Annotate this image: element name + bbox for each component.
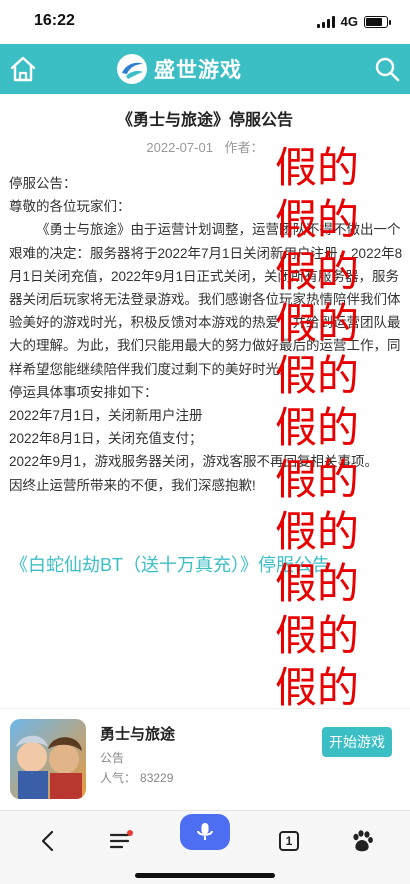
status-bar: 16:22 4G: [0, 0, 410, 44]
back-icon[interactable]: [28, 821, 68, 861]
game-icon[interactable]: [10, 719, 86, 799]
article-title: 《勇士与旅途》停服公告: [116, 112, 293, 129]
microphone-icon: [197, 823, 213, 840]
article-body: 停服公告： 尊敬的各位玩家们： 《勇士与旅途》由于运营计划调整，运营团队不得不做…: [9, 172, 403, 497]
logo-text: 盛世游戏: [154, 59, 242, 82]
battery-icon: [364, 15, 391, 28]
schedule-item: 2022年9月1，游戏服务器关闭，游戏客服不再回复相关事项。: [9, 454, 379, 470]
article-author-label: 作者：: [224, 140, 264, 155]
tabs-count: 1: [279, 831, 299, 851]
network-type: 4G: [340, 14, 358, 29]
watermark-text: 假的: [275, 611, 360, 660]
article-date: 2022-07-01: [146, 140, 213, 155]
site-logo[interactable]: 盛世游戏: [116, 53, 242, 85]
home-icon[interactable]: [8, 54, 38, 84]
popularity-label: 人气：: [100, 771, 137, 785]
schedule-item: 2022年7月1日，关闭新用户注册: [9, 408, 203, 424]
greeting: 尊敬的各位玩家们：: [9, 199, 131, 215]
status-time: 16:22: [34, 12, 75, 29]
tabs-button[interactable]: 1: [269, 821, 309, 861]
home-indicator: [135, 873, 275, 878]
search-icon[interactable]: [372, 54, 402, 84]
related-article-link[interactable]: 《白蛇仙劫BT（送十万真充）》停服公告: [10, 551, 400, 577]
signal-icon: [316, 15, 335, 28]
game-category: 公告: [100, 751, 125, 765]
game-name: 勇士与旅途: [100, 726, 176, 743]
app-header: 盛世游戏: [0, 44, 410, 94]
schedule-heading: 停运具体事项安排如下：: [9, 384, 158, 400]
notice-heading: 停服公告：: [9, 176, 77, 191]
notice-paragraph: 《勇士与旅途》由于运营计划调整，运营团队不得不做出一个艰难的决定：服务器将于20…: [9, 222, 403, 377]
play-game-button[interactable]: 开始游戏: [322, 727, 392, 757]
baidu-paw-icon[interactable]: [342, 821, 382, 861]
status-indicators: 4G: [316, 14, 391, 29]
popularity-value: 83229: [140, 771, 174, 785]
game-card: 勇士与旅途 公告 人气： 83229 开始游戏: [0, 708, 410, 808]
apology-text: 因终止运营所带来的不便，我们深感抱歉!: [9, 477, 256, 493]
voice-search-button[interactable]: [180, 814, 230, 850]
article-meta: 2022-07-01 作者：: [0, 137, 410, 156]
schedule-item: 2022年8月1日，关闭充值支付；: [9, 431, 203, 447]
logo-mark-icon: [117, 54, 147, 84]
watermark-text: 假的: [275, 663, 360, 712]
menu-icon[interactable]: [101, 821, 141, 861]
game-popularity: 人气： 83229: [100, 769, 173, 786]
